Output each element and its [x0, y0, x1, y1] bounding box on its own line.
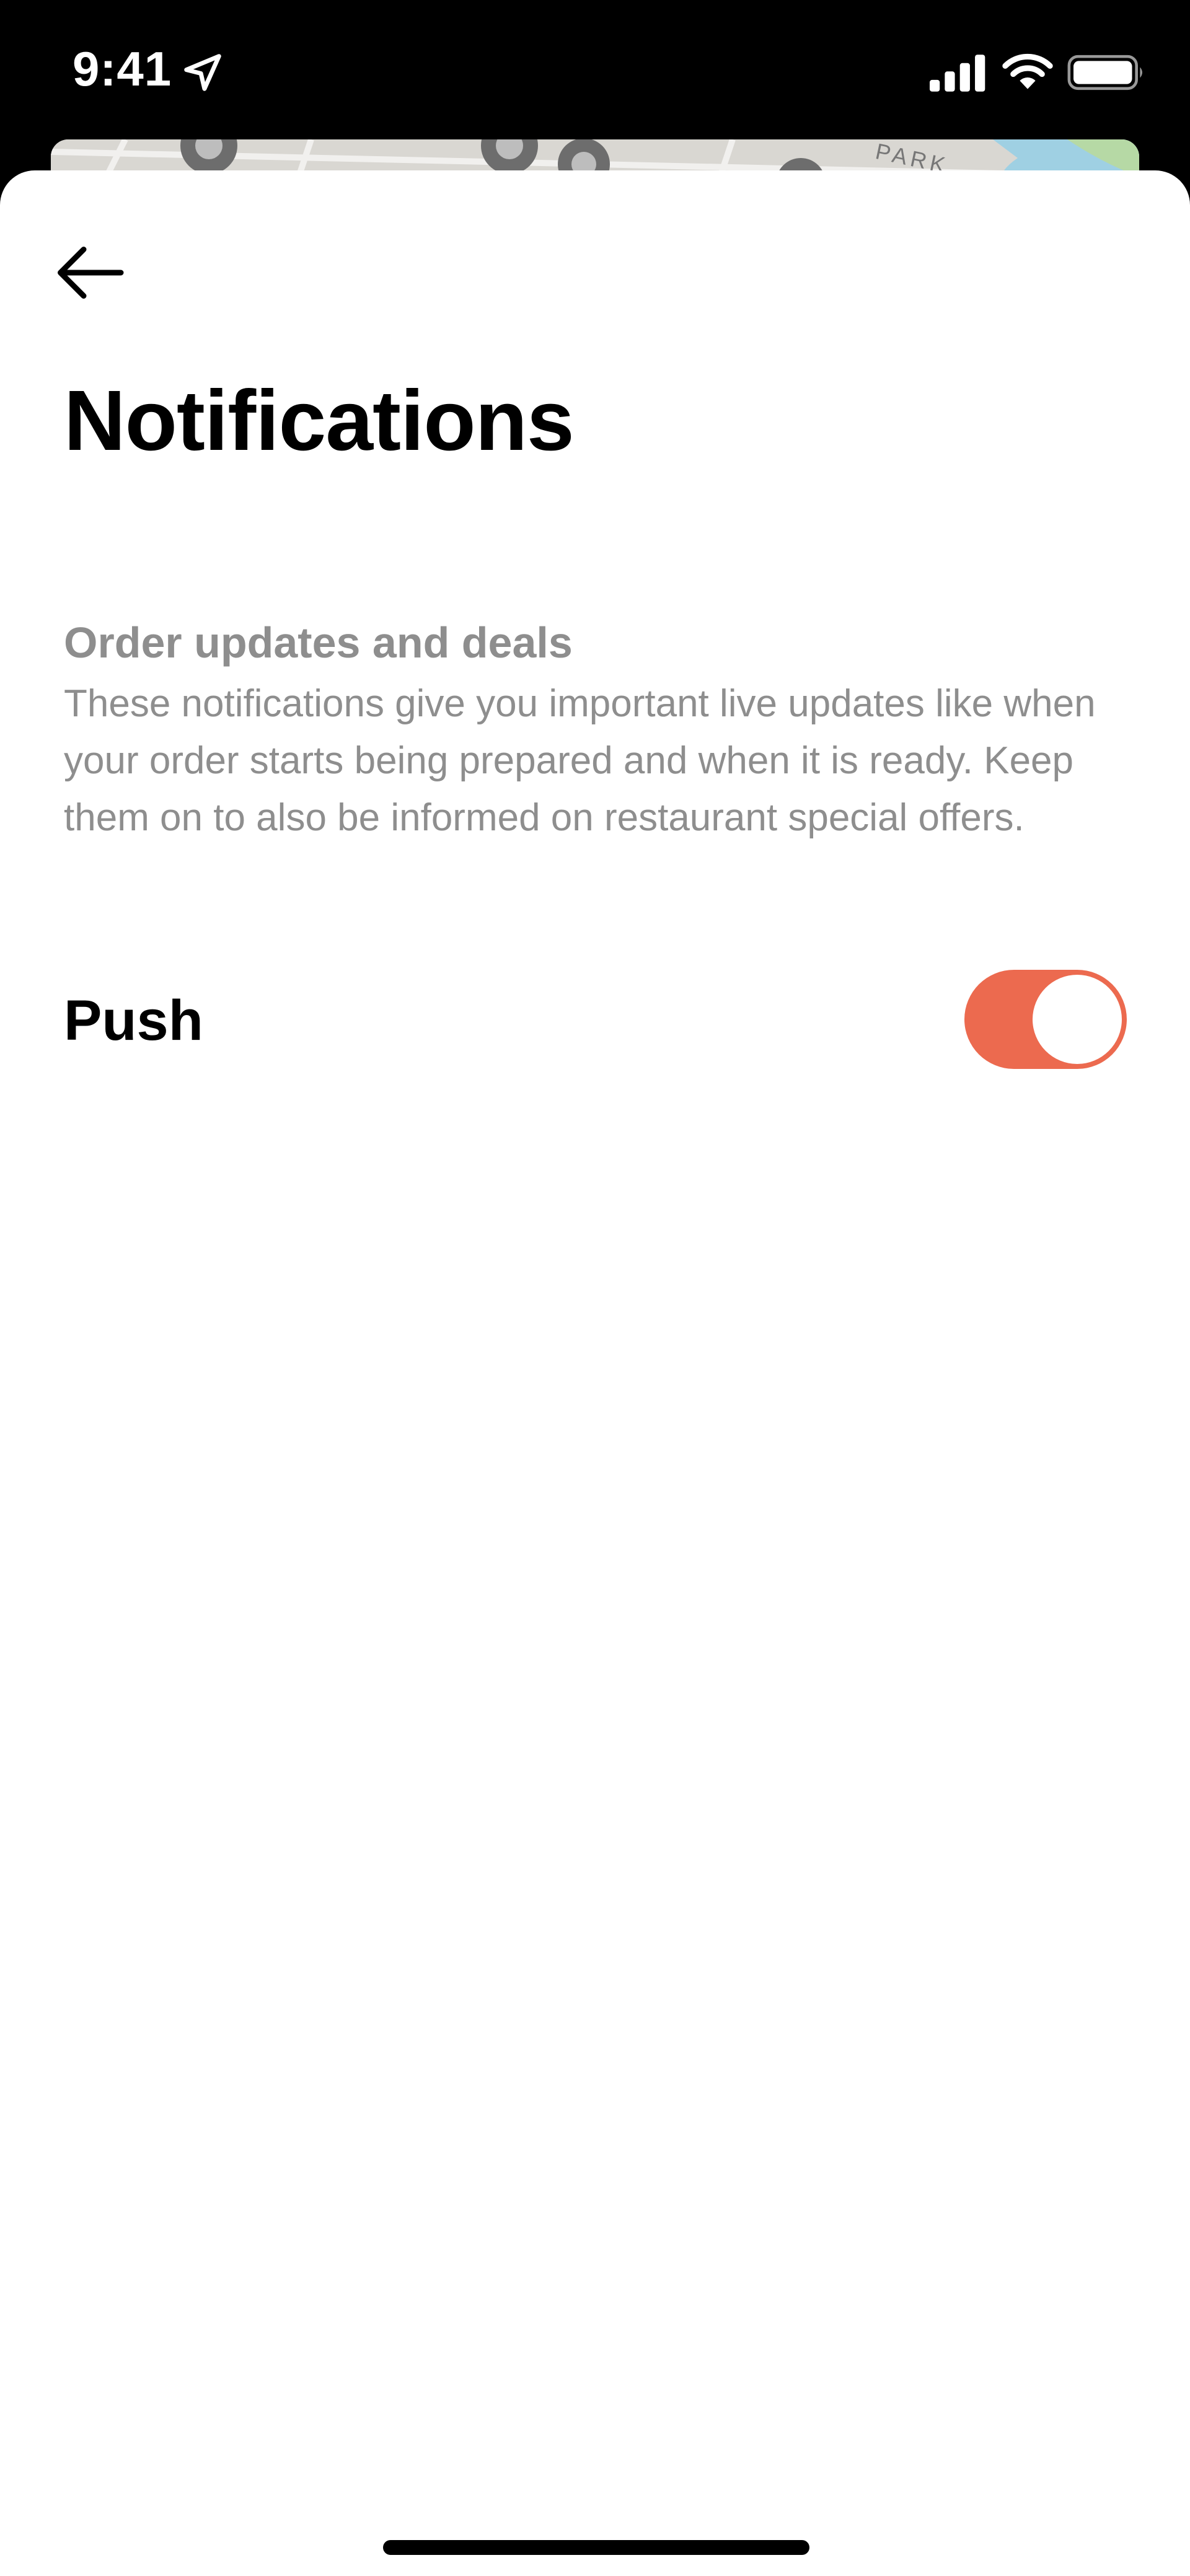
cellular-signal-icon — [930, 55, 985, 92]
notifications-sheet: Notifications Order updates and deals Th… — [0, 170, 1190, 2576]
section-title: Order updates and deals — [64, 618, 573, 667]
page-title: Notifications — [64, 373, 575, 468]
battery-icon — [1067, 55, 1142, 90]
push-toggle[interactable] — [964, 970, 1127, 1069]
status-bar: 9:41 — [0, 0, 1190, 143]
back-button[interactable] — [50, 232, 130, 313]
status-time: 9:41 — [73, 42, 172, 96]
home-indicator — [383, 2540, 809, 2555]
arrow-left-icon — [58, 247, 124, 299]
wifi-icon — [1002, 53, 1053, 89]
location-arrow-icon — [184, 54, 221, 91]
toggle-knob — [1033, 975, 1122, 1064]
push-setting-row: Push — [64, 970, 1127, 1072]
section-description: These notifications give you important l… — [64, 682, 1096, 839]
push-label: Push — [64, 989, 203, 1052]
